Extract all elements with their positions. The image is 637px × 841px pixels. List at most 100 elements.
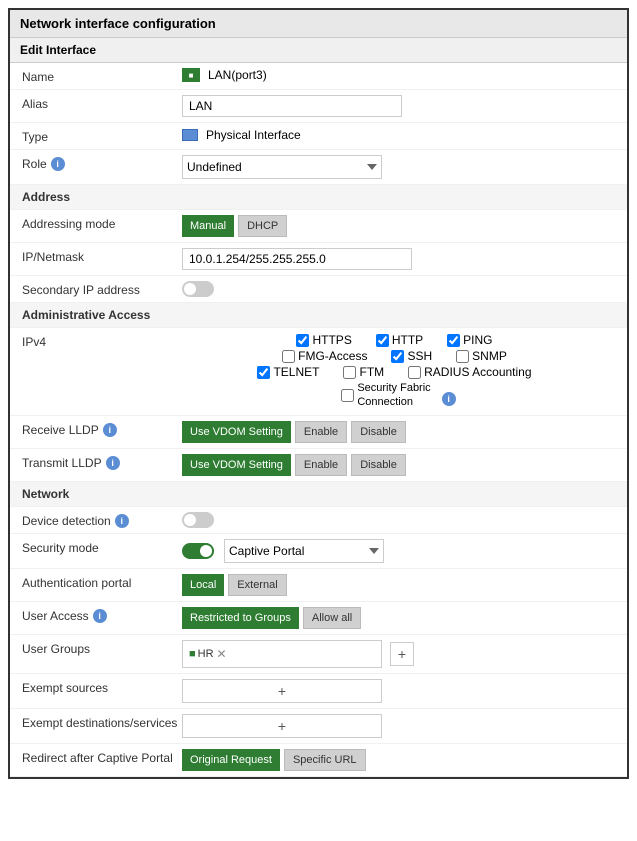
- addressing-mode-row: Addressing mode Manual DHCP: [10, 210, 627, 243]
- radius-check[interactable]: RADIUS Accounting: [408, 365, 531, 379]
- role-row: Role i Undefined: [10, 150, 627, 185]
- network-section: Network: [10, 482, 627, 507]
- user-access-buttons: Restricted to Groups Allow all: [182, 607, 615, 629]
- lan-icon: ■: [182, 68, 200, 82]
- security-fabric-check[interactable]: Security FabricConnection: [341, 381, 430, 410]
- name-label: Name: [22, 68, 182, 84]
- user-groups-add[interactable]: +: [390, 642, 414, 666]
- ipv4-row: IPv4 HTTPS HTTP PING FMG-Access: [10, 328, 627, 416]
- alias-input[interactable]: [182, 95, 402, 117]
- hr-icon: ■ HR: [189, 648, 214, 660]
- auth-portal-local-button[interactable]: Local: [182, 574, 224, 596]
- secondary-ip-row: Secondary IP address: [10, 276, 627, 303]
- ip-netmask-value: [182, 248, 615, 270]
- auth-portal-external-button[interactable]: External: [228, 574, 286, 596]
- exempt-dest-value: +: [182, 714, 615, 738]
- exempt-sources-row: Exempt sources +: [10, 674, 627, 709]
- network-interface-configuration: Network interface configuration Edit Int…: [8, 8, 629, 779]
- exempt-dest-label: Exempt destinations/services: [22, 714, 182, 730]
- ping-check[interactable]: PING: [447, 333, 492, 347]
- ipv4-checkboxes: HTTPS HTTP PING FMG-Access SSH: [182, 333, 615, 410]
- device-detection-label: Device detection i: [22, 512, 182, 528]
- receive-lldp-disable-button[interactable]: Disable: [351, 421, 406, 443]
- page-title: Network interface configuration: [10, 10, 627, 38]
- specific-url-button[interactable]: Specific URL: [284, 749, 366, 771]
- receive-lldp-info-icon[interactable]: i: [103, 423, 117, 437]
- transmit-lldp-vdom-button[interactable]: Use VDOM Setting: [182, 454, 291, 476]
- manual-button[interactable]: Manual: [182, 215, 234, 237]
- user-access-row: User Access i Restricted to Groups Allow…: [10, 602, 627, 635]
- security-mode-toggle[interactable]: [182, 543, 214, 559]
- redirect-buttons: Original Request Specific URL: [182, 749, 615, 771]
- alias-row: Alias: [10, 90, 627, 123]
- receive-lldp-vdom-button[interactable]: Use VDOM Setting: [182, 421, 291, 443]
- secondary-ip-label: Secondary IP address: [22, 281, 182, 297]
- secondary-ip-value: [182, 281, 615, 297]
- receive-lldp-row: Receive LLDP i Use VDOM Setting Enable D…: [10, 416, 627, 449]
- exempt-sources-label: Exempt sources: [22, 679, 182, 695]
- transmit-lldp-disable-button[interactable]: Disable: [351, 454, 406, 476]
- security-mode-select[interactable]: Captive Portal: [224, 539, 384, 563]
- role-value: Undefined: [182, 155, 615, 179]
- user-access-info-icon[interactable]: i: [93, 609, 107, 623]
- ssh-check[interactable]: SSH: [391, 349, 432, 363]
- ip-netmask-input[interactable]: [182, 248, 412, 270]
- dhcp-button[interactable]: DHCP: [238, 215, 287, 237]
- http-check[interactable]: HTTP: [376, 333, 423, 347]
- alias-label: Alias: [22, 95, 182, 111]
- transmit-lldp-enable-button[interactable]: Enable: [295, 454, 347, 476]
- user-groups-value: ■ HR ✕ +: [182, 640, 615, 668]
- alias-value: [182, 95, 615, 117]
- device-detection-value: [182, 512, 615, 528]
- ip-netmask-label: IP/Netmask: [22, 248, 182, 264]
- hr-tag-remove[interactable]: ✕: [217, 647, 227, 661]
- transmit-lldp-label: Transmit LLDP i: [22, 454, 182, 470]
- security-mode-label: Security mode: [22, 539, 182, 555]
- device-detection-info-icon[interactable]: i: [115, 514, 129, 528]
- interface-icon: [182, 129, 198, 141]
- auth-portal-row: Authentication portal Local External: [10, 569, 627, 602]
- original-request-button[interactable]: Original Request: [182, 749, 280, 771]
- exempt-dest-add[interactable]: +: [278, 718, 286, 734]
- receive-lldp-buttons: Use VDOM Setting Enable Disable: [182, 421, 615, 443]
- name-value: ■ LAN(port3): [182, 68, 615, 82]
- telnet-check[interactable]: TELNET: [257, 365, 319, 379]
- allow-all-button[interactable]: Allow all: [303, 607, 361, 629]
- edit-interface-header: Edit Interface: [10, 38, 627, 63]
- user-access-label: User Access i: [22, 607, 182, 623]
- form-body: Name ■ LAN(port3) Alias Type Physical In…: [10, 63, 627, 777]
- role-info-icon[interactable]: i: [51, 157, 65, 171]
- type-row: Type Physical Interface: [10, 123, 627, 150]
- name-row: Name ■ LAN(port3): [10, 63, 627, 90]
- addressing-mode-label: Addressing mode: [22, 215, 182, 231]
- type-label: Type: [22, 128, 182, 144]
- admin-access-section: Administrative Access: [10, 303, 627, 328]
- user-groups-box: ■ HR ✕: [182, 640, 382, 668]
- fmg-access-check[interactable]: FMG-Access: [282, 349, 367, 363]
- user-groups-row: User Groups ■ HR ✕ +: [10, 635, 627, 674]
- security-fabric-info-icon[interactable]: i: [442, 392, 456, 406]
- addressing-mode-value: Manual DHCP: [182, 215, 615, 237]
- redirect-label: Redirect after Captive Portal: [22, 749, 182, 765]
- transmit-lldp-info-icon[interactable]: i: [106, 456, 120, 470]
- snmp-check[interactable]: SNMP: [456, 349, 507, 363]
- role-select[interactable]: Undefined: [182, 155, 382, 179]
- auth-portal-buttons: Local External: [182, 574, 615, 596]
- user-groups-label: User Groups: [22, 640, 182, 656]
- exempt-sources-add[interactable]: +: [278, 683, 286, 699]
- https-check[interactable]: HTTPS: [296, 333, 351, 347]
- name-text: LAN(port3): [208, 68, 267, 82]
- device-detection-toggle[interactable]: [182, 512, 214, 528]
- receive-lldp-enable-button[interactable]: Enable: [295, 421, 347, 443]
- exempt-dest-box: +: [182, 714, 382, 738]
- restricted-groups-button[interactable]: Restricted to Groups: [182, 607, 299, 629]
- device-detection-row: Device detection i: [10, 507, 627, 534]
- secondary-ip-toggle[interactable]: [182, 281, 214, 297]
- exempt-sources-box: +: [182, 679, 382, 703]
- ipv4-label: IPv4: [22, 333, 182, 349]
- transmit-lldp-row: Transmit LLDP i Use VDOM Setting Enable …: [10, 449, 627, 482]
- ftm-check[interactable]: FTM: [343, 365, 384, 379]
- type-value: Physical Interface: [182, 128, 615, 142]
- exempt-dest-row: Exempt destinations/services +: [10, 709, 627, 744]
- transmit-lldp-buttons: Use VDOM Setting Enable Disable: [182, 454, 615, 476]
